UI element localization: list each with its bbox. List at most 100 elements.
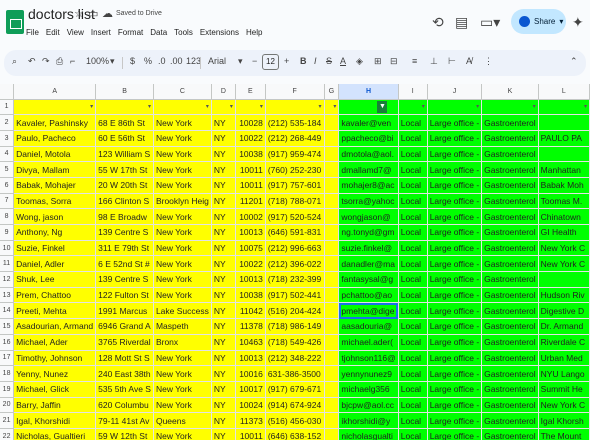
cell-a[interactable]: Wong, jason — [13, 208, 97, 225]
cell-j[interactable]: Large office - — [427, 397, 483, 414]
filter-cell[interactable]: ▾ — [538, 99, 590, 116]
cell-g[interactable] — [324, 193, 340, 210]
cell-b[interactable]: 68 E 86th St — [95, 114, 154, 131]
cell-i[interactable]: Local — [398, 146, 428, 163]
filter-icon[interactable]: ▾ — [90, 103, 93, 110]
cell-d[interactable]: NY — [211, 318, 236, 335]
cell-l[interactable]: Urban Med — [538, 350, 590, 367]
cell-d[interactable]: NY — [211, 114, 236, 131]
cell-d[interactable]: NY — [211, 302, 236, 320]
cell-h[interactable]: fantasysal@g — [338, 271, 399, 288]
cell-e[interactable]: 11373 — [235, 412, 266, 429]
cell-d[interactable]: NY — [211, 287, 236, 304]
undo-icon[interactable]: ↶ — [28, 56, 36, 67]
gemini-icon[interactable]: ✦ — [572, 14, 584, 31]
currency-format-button[interactable]: $ — [130, 56, 135, 66]
cell-f[interactable]: (212) 396-022 — [265, 255, 325, 273]
cell-f[interactable]: (516) 456-030 — [265, 412, 325, 429]
menu-tools[interactable]: Tools — [174, 28, 193, 37]
row-number[interactable]: 3 — [0, 130, 15, 147]
horizontal-align-icon[interactable]: ≡ — [412, 56, 417, 66]
cell-b[interactable]: 620 Columbu — [95, 397, 154, 414]
menu-insert[interactable]: Insert — [91, 28, 111, 37]
filter-icon[interactable]: ▾ — [260, 103, 263, 110]
cell-l[interactable]: Toomas M. — [538, 193, 590, 210]
cell-k[interactable]: Gastroenterol — [481, 224, 539, 241]
cell-f[interactable]: (212) 996-663 — [265, 240, 325, 257]
menu-view[interactable]: View — [67, 28, 84, 37]
cell-h[interactable]: suzie.finkel@ — [338, 240, 399, 257]
comments-icon[interactable]: ▤ — [455, 14, 468, 31]
column-header-l[interactable]: L — [538, 84, 590, 100]
cell-l[interactable]: NYU Lango — [538, 365, 590, 382]
cell-i[interactable]: Local — [398, 381, 428, 398]
cell-c[interactable]: New York — [153, 208, 212, 225]
cell-k[interactable]: Gastroenterol — [481, 161, 539, 178]
cell-l[interactable]: Igal Khorsh — [538, 412, 590, 429]
row-number[interactable]: 6 — [0, 177, 15, 194]
borders-icon[interactable]: ⊞ — [374, 56, 382, 67]
cell-j[interactable]: Large office - — [427, 271, 483, 288]
cell-c[interactable]: New York — [153, 287, 212, 304]
row-number[interactable]: 15 — [0, 318, 15, 335]
cell-g[interactable] — [324, 334, 340, 351]
cell-b[interactable]: 139 Centre S — [95, 271, 154, 288]
row-number[interactable]: 18 — [0, 365, 15, 382]
cell-c[interactable]: New York — [153, 224, 212, 241]
cell-d[interactable]: NY — [211, 130, 236, 147]
cell-h[interactable]: aasadouria@ — [338, 318, 399, 335]
cell-l[interactable]: Babak Moh — [538, 177, 590, 194]
cell-a[interactable]: Divya, Mallam — [13, 161, 97, 178]
cell-c[interactable]: New York — [153, 161, 212, 178]
filter-icon[interactable]: ▾ — [584, 103, 587, 110]
row-number[interactable]: 2 — [0, 114, 15, 131]
cell-e[interactable]: 10038 — [235, 146, 266, 163]
star-icon[interactable]: ☆ — [74, 7, 84, 20]
cell-g[interactable] — [324, 224, 340, 241]
cell-f[interactable]: (914) 674-924 — [265, 397, 325, 414]
row-number[interactable]: 12 — [0, 271, 15, 288]
cell-h[interactable]: ng.tonyd@gm — [338, 224, 399, 241]
cell-a[interactable]: Shuk, Lee — [13, 271, 97, 288]
cell-a[interactable]: Nicholas, Gualtieri — [13, 428, 97, 440]
cell-h[interactable]: michael.ader( — [338, 334, 399, 351]
column-header-d[interactable]: D — [211, 84, 236, 100]
cell-j[interactable]: Large office - — [427, 412, 483, 429]
filter-cell[interactable]: ▾ — [324, 99, 340, 116]
bold-button[interactable]: B — [300, 56, 307, 66]
cell-a[interactable]: Babak, Mohajer — [13, 177, 97, 194]
percent-format-button[interactable]: % — [144, 56, 152, 66]
cell-l[interactable]: Chinatown — [538, 208, 590, 225]
cell-l[interactable]: New York C — [538, 240, 590, 257]
document-title[interactable]: doctors list — [28, 6, 95, 22]
cell-a[interactable]: Igal, Khorshidi — [13, 412, 97, 429]
cell-d[interactable]: NY — [211, 161, 236, 178]
cell-h[interactable]: nicholasgualti — [338, 428, 399, 440]
cell-f[interactable]: (917) 520-524 — [265, 208, 325, 225]
cell-f[interactable]: (718) 788-071 — [265, 193, 325, 210]
cell-g[interactable] — [324, 161, 340, 178]
cell-g[interactable] — [324, 208, 340, 225]
collapse-toolbar-icon[interactable]: ⌃ — [570, 56, 578, 67]
column-header-a[interactable]: A — [13, 84, 97, 100]
chevron-down-icon[interactable]: ▾ — [559, 17, 563, 26]
cell-d[interactable]: NY — [211, 177, 236, 194]
cell-e[interactable]: 10011 — [235, 177, 266, 194]
redo-icon[interactable]: ↷ — [42, 56, 50, 67]
cell-l[interactable]: GI Health — [538, 224, 590, 241]
cell-f[interactable]: (917) 502-441 — [265, 287, 325, 304]
cell-h[interactable]: danadler@ma — [338, 255, 399, 273]
cell-g[interactable] — [324, 130, 340, 147]
cell-i[interactable]: Local — [398, 255, 428, 273]
cell-c[interactable]: Bronx — [153, 334, 212, 351]
cell-c[interactable]: New York — [153, 271, 212, 288]
cell-k[interactable]: Gastroenterol — [481, 318, 539, 335]
cell-j[interactable]: Large office - — [427, 193, 483, 210]
share-button[interactable]: Share ▾ — [511, 9, 566, 34]
cell-l[interactable]: Dr. Armand — [538, 318, 590, 335]
cell-k[interactable]: Gastroenterol — [481, 350, 539, 367]
cell-l[interactable] — [538, 271, 590, 288]
filter-icon[interactable]: ▾ — [206, 103, 209, 110]
cell-l[interactable]: Summit He — [538, 381, 590, 398]
filter-cell[interactable]: ▾ — [235, 99, 266, 116]
